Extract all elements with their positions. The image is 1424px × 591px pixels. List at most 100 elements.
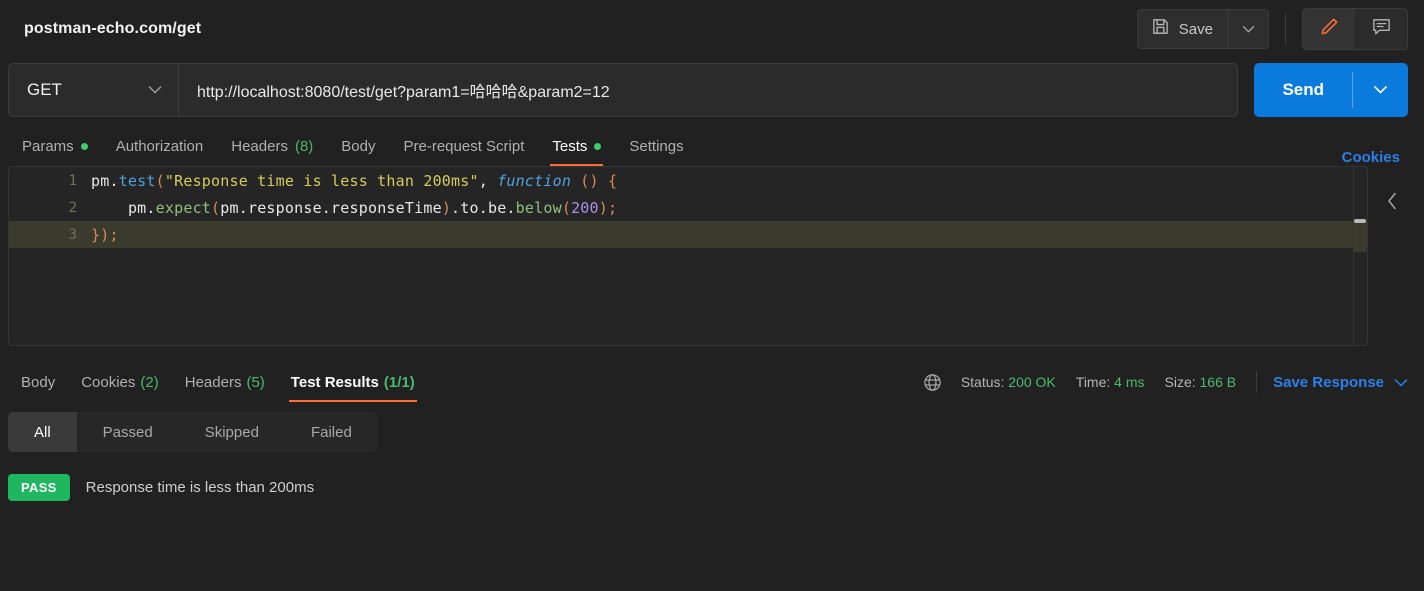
- modified-dot-icon: [80, 142, 88, 150]
- chevron-down-icon: [148, 81, 162, 99]
- line-number: 3: [68, 226, 77, 243]
- tab-label: Body: [341, 137, 376, 155]
- code-token: function: [497, 171, 572, 190]
- list-item: PASS Response time is less than 200ms: [8, 470, 1416, 505]
- code-token: pm.response.responseTime: [220, 198, 442, 217]
- status-value: 200 OK: [1008, 374, 1056, 390]
- tab-params[interactable]: Params: [8, 126, 102, 166]
- test-results-list: PASS Response time is less than 200ms: [0, 452, 1424, 505]
- status-label: Status:: [960, 374, 1005, 390]
- scrollbar-thumb[interactable]: [1354, 219, 1366, 223]
- send-button-label: Send: [1282, 80, 1324, 99]
- time-label: Time:: [1075, 374, 1111, 390]
- save-button[interactable]: Save: [1136, 9, 1227, 49]
- request-header: postman-echo.com/get Save: [0, 0, 1424, 58]
- tab-body[interactable]: Body: [327, 126, 389, 166]
- code-line-active: 3 });: [9, 221, 1367, 248]
- line-number: 1: [68, 172, 77, 189]
- tab-label: Cookies: [81, 373, 136, 391]
- size-value: 166 B: [1199, 374, 1237, 390]
- tab-label: Test Results: [290, 373, 379, 391]
- save-dropdown-button[interactable]: [1227, 9, 1269, 49]
- tab-count: (1/1): [383, 373, 415, 391]
- http-method-select[interactable]: GET: [8, 63, 178, 117]
- cookies-link[interactable]: Cookies: [1342, 149, 1408, 166]
- collapse-panel-button[interactable]: [1368, 166, 1416, 346]
- response-tab-test-results[interactable]: Test Results (1/1): [278, 362, 428, 402]
- tab-headers[interactable]: Headers (8): [217, 126, 327, 166]
- pencil-icon: [1319, 16, 1340, 42]
- size-label: Size:: [1164, 374, 1196, 390]
- tab-authorization[interactable]: Authorization: [102, 126, 218, 166]
- url-bar: GET http://localhost:8080/test/get?param…: [0, 58, 1424, 122]
- tab-count: (8): [294, 137, 314, 155]
- status-badge: PASS: [8, 474, 70, 501]
- code-token: .: [109, 171, 119, 190]
- tab-settings[interactable]: Settings: [615, 126, 697, 166]
- http-method-label: GET: [27, 80, 62, 99]
- globe-icon: [922, 372, 943, 393]
- scrollbar-highlight-marker: [1354, 224, 1366, 252]
- code-token: (: [211, 198, 221, 217]
- send-dropdown-button[interactable]: [1352, 63, 1408, 117]
- code-token: "Response time is less than 200ms": [164, 171, 479, 190]
- chevron-down-icon: [1394, 374, 1408, 391]
- url-input[interactable]: http://localhost:8080/test/get?param1=哈哈…: [178, 63, 1239, 117]
- response-size: Size: 166 B: [1165, 374, 1237, 390]
- response-tab-cookies[interactable]: Cookies (2): [68, 362, 172, 402]
- code-token: pm: [127, 198, 147, 217]
- tab-label: Authorization: [115, 137, 204, 155]
- tab-label: Settings: [629, 137, 684, 155]
- response-tab-body[interactable]: Body: [8, 362, 68, 402]
- status-divider: [1256, 371, 1258, 393]
- save-response-label: Save Response: [1273, 373, 1384, 391]
- tab-count: (5): [246, 373, 265, 391]
- line-number: 2: [68, 199, 77, 216]
- request-tabs: Params Authorization Headers (8) Body Pr…: [0, 122, 1424, 166]
- chevron-down-icon: [1242, 20, 1255, 38]
- url-input-value: http://localhost:8080/test/get?param1=哈哈…: [197, 84, 610, 101]
- code-token: .: [146, 198, 156, 217]
- response-bar: Body Cookies (2) Headers (5) Test Result…: [0, 354, 1424, 402]
- response-tab-headers[interactable]: Headers (5): [172, 362, 278, 402]
- tab-label: Headers: [184, 373, 242, 391]
- code-token: (: [561, 198, 572, 217]
- tests-editor-area: 1 pm.test("Response time is less than 20…: [0, 166, 1424, 346]
- tab-label: Headers: [231, 137, 288, 155]
- time-value: 4 ms: [1114, 374, 1145, 390]
- test-filter-row: All Passed Skipped Failed: [0, 402, 1424, 452]
- response-status-area: Status: 200 OK Time: 4 ms Size: 166 B Sa…: [922, 362, 1408, 402]
- filter-passed[interactable]: Passed: [77, 412, 179, 452]
- save-button-group: Save: [1136, 9, 1269, 49]
- response-tabs: Body Cookies (2) Headers (5) Test Result…: [8, 362, 428, 402]
- comment-button[interactable]: [1355, 9, 1407, 49]
- code-token: test: [118, 171, 156, 190]
- edit-mode-button[interactable]: [1303, 9, 1355, 49]
- tab-tests[interactable]: Tests: [538, 126, 615, 166]
- status-code: Status: 200 OK: [961, 374, 1056, 390]
- comment-icon: [1371, 16, 1392, 42]
- send-button[interactable]: Send: [1254, 63, 1352, 117]
- save-button-label: Save: [1178, 20, 1213, 38]
- chevron-down-icon: [1373, 81, 1388, 99]
- test-filter-segmented: All Passed Skipped Failed: [8, 412, 378, 452]
- filter-skipped[interactable]: Skipped: [179, 412, 285, 452]
- tab-pre-request-script[interactable]: Pre-request Script: [390, 126, 539, 166]
- test-name: Response time is less than 200ms: [85, 479, 315, 496]
- header-divider: [1285, 13, 1286, 45]
- tab-label: Tests: [552, 137, 588, 155]
- code-editor[interactable]: 1 pm.test("Response time is less than 20…: [8, 166, 1368, 346]
- modified-dot-icon: [594, 142, 602, 150]
- filter-all[interactable]: All: [8, 412, 77, 452]
- code-token: () {: [571, 171, 618, 190]
- filter-failed[interactable]: Failed: [285, 412, 378, 452]
- tab-count: (2): [140, 373, 159, 391]
- code-token: ,: [478, 171, 498, 190]
- header-actions: Save: [1136, 8, 1408, 50]
- editor-scrollbar[interactable]: [1353, 167, 1367, 345]
- code-content: pm.expect(pm.response.responseTime).to.b…: [91, 199, 617, 217]
- code-token: below: [515, 198, 562, 217]
- tab-label: Pre-request Script: [403, 137, 525, 155]
- save-response-button[interactable]: Save Response: [1273, 374, 1408, 391]
